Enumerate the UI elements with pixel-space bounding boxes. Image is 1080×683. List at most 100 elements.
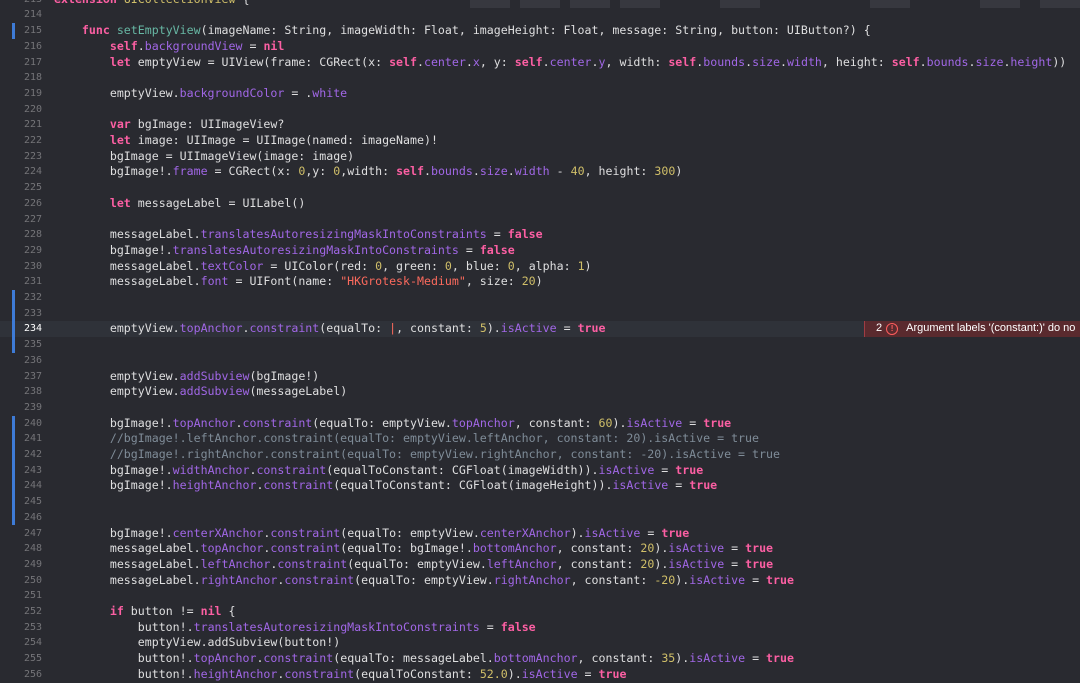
code-token: constraint xyxy=(263,478,334,493)
code-token: bgImage!. xyxy=(54,164,173,179)
code-line[interactable]: 256 button!.heightAnchor.constraint(equa… xyxy=(0,667,1080,683)
code-line[interactable]: 234 emptyView.topAnchor.constraint(equal… xyxy=(0,321,1080,338)
code-line[interactable]: 229 bgImage!.translatesAutoresizingMaskI… xyxy=(0,243,1080,259)
code-line[interactable]: 255 button!.topAnchor.constraint(equalTo… xyxy=(0,651,1080,667)
code-token: translatesAutoresizingMaskIntoConstraint… xyxy=(193,619,480,634)
code-token: . xyxy=(472,164,480,179)
code-token: = xyxy=(242,38,264,53)
code-token: = xyxy=(479,619,501,634)
code-line[interactable]: 253 button!.translatesAutoresizingMaskIn… xyxy=(0,620,1080,636)
code-token: isActive xyxy=(668,556,725,571)
change-marker[interactable] xyxy=(12,509,15,526)
error-annotation[interactable]: 2 ! Argument labels '(constant:)' do no xyxy=(864,321,1080,338)
error-count: 2 xyxy=(876,322,883,335)
code-token: centerXAnchor xyxy=(172,525,264,540)
code-token: //bgImage!.rightAnchor.constraint(equalT… xyxy=(109,447,780,461)
change-marker[interactable] xyxy=(12,494,15,510)
code-line[interactable]: 214 xyxy=(0,7,1080,23)
code-line[interactable]: 252 if button != nil { xyxy=(0,604,1080,620)
code-line[interactable]: 215 func setEmptyView(imageName: String,… xyxy=(0,23,1080,39)
change-marker[interactable] xyxy=(12,431,15,447)
code-token: 0 xyxy=(444,258,452,273)
code-line[interactable]: 235 xyxy=(0,337,1080,353)
code-line[interactable]: 231 messageLabel.font = UIFont(name: "HK… xyxy=(0,274,1080,290)
code-token: width xyxy=(787,54,822,69)
code-line[interactable]: 221 var bgImage: UIImageView? xyxy=(0,117,1080,133)
code-token: ) xyxy=(535,274,543,289)
code-text: emptyView.topAnchor.constraint(equalTo: … xyxy=(54,321,606,337)
code-token: messageLabel. xyxy=(54,258,201,273)
code-line[interactable]: 248 messageLabel.topAnchor.constraint(eq… xyxy=(0,541,1080,557)
code-line[interactable]: 239 xyxy=(0,400,1080,416)
code-line[interactable]: 254 emptyView.addSubview(button!) xyxy=(0,635,1080,651)
code-token: (equalTo: emptyView. xyxy=(354,572,494,587)
code-line[interactable]: 213 extension UICollectionView { xyxy=(0,0,1080,7)
change-marker[interactable] xyxy=(12,290,15,306)
code-token: 0 xyxy=(507,258,515,273)
code-line[interactable]: 226 let messageLabel = UILabel() xyxy=(0,196,1080,212)
line-number: 250 xyxy=(23,574,42,586)
change-marker[interactable] xyxy=(12,337,15,353)
code-token: center xyxy=(423,54,466,69)
code-line[interactable]: 223 bgImage = UIImageView(image: image) xyxy=(0,149,1080,165)
code-text: messageLabel.textColor = UIColor(red: 0,… xyxy=(54,259,592,275)
code-line[interactable]: 242 //bgImage!.rightAnchor.constraint(eq… xyxy=(0,447,1080,463)
code-editor[interactable]: 213extension UICollectionView {214215 fu… xyxy=(0,0,1080,682)
code-line[interactable]: 245 xyxy=(0,494,1080,510)
code-line[interactable]: 241 //bgImage!.leftAnchor.constraint(equ… xyxy=(0,431,1080,447)
code-token: , alpha: xyxy=(514,258,578,273)
code-line[interactable]: 247 bgImage!.centerXAnchor.constraint(eq… xyxy=(0,526,1080,542)
code-token: . xyxy=(968,54,976,69)
code-token: setEmptyView xyxy=(116,23,201,38)
code-line[interactable]: 250 messageLabel.rightAnchor.constraint(… xyxy=(0,573,1080,589)
change-marker[interactable] xyxy=(12,462,15,479)
code-token: . xyxy=(542,54,550,69)
code-token: button!. xyxy=(54,619,194,634)
code-token: true xyxy=(598,666,627,681)
code-line[interactable]: 219 emptyView.backgroundColor = .white xyxy=(0,86,1080,102)
change-marker[interactable] xyxy=(12,321,15,338)
code-token: . xyxy=(423,164,431,179)
text-cursor: | xyxy=(389,321,397,336)
code-line[interactable]: 216 self.backgroundView = nil xyxy=(0,39,1080,55)
change-marker[interactable] xyxy=(12,447,15,463)
code-line[interactable]: 246 xyxy=(0,509,1080,526)
change-marker[interactable] xyxy=(12,305,15,322)
code-line[interactable]: 224 bgImage!.frame = CGRect(x: 0,y: 0,wi… xyxy=(0,164,1080,180)
code-line[interactable]: 233 xyxy=(0,305,1080,322)
code-token: -20 xyxy=(654,572,676,587)
code-line[interactable]: 240 bgImage!.topAnchor.constraint(equalT… xyxy=(0,415,1080,432)
code-line[interactable]: 217 let emptyView = UIView(frame: CGRect… xyxy=(0,55,1080,71)
code-line[interactable]: 218 xyxy=(0,70,1080,86)
code-line[interactable]: 227 xyxy=(0,212,1080,228)
code-token: isActive xyxy=(689,651,746,666)
code-text: let emptyView = UIView(frame: CGRect(x: … xyxy=(54,55,1066,71)
code-line[interactable]: 251 xyxy=(0,588,1080,604)
code-token: backgroundColor xyxy=(179,85,285,100)
code-line[interactable]: 222 let image: UIImage = UIImage(named: … xyxy=(0,133,1080,149)
code-line[interactable]: 220 xyxy=(0,102,1080,118)
code-line[interactable]: 243 bgImage!.widthAnchor.constraint(equa… xyxy=(0,462,1080,479)
code-line[interactable]: 238 emptyView.addSubview(messageLabel) xyxy=(0,384,1080,400)
change-marker[interactable] xyxy=(12,23,15,39)
code-token: bounds xyxy=(430,164,473,179)
code-line[interactable]: 230 messageLabel.textColor = UIColor(red… xyxy=(0,259,1080,275)
code-line[interactable]: 232 xyxy=(0,290,1080,306)
code-line[interactable]: 237 emptyView.addSubview(bgImage!) xyxy=(0,369,1080,385)
code-token: bottomAnchor xyxy=(472,541,557,556)
code-line[interactable]: 236 xyxy=(0,353,1080,369)
code-token: , y: xyxy=(479,54,515,69)
change-marker[interactable] xyxy=(12,478,15,495)
code-text: messageLabel.leftAnchor.constraint(equal… xyxy=(54,557,773,573)
code-token: (equalToConstant: CGFloat(imageWidth)). xyxy=(326,462,599,477)
code-text: bgImage!.heightAnchor.constraint(equalTo… xyxy=(54,478,717,494)
code-text: button!.topAnchor.constraint(equalTo: me… xyxy=(54,651,794,667)
code-line[interactable]: 228 messageLabel.translatesAutoresizingM… xyxy=(0,227,1080,243)
line-number: 252 xyxy=(23,606,42,617)
code-line[interactable]: 249 messageLabel.leftAnchor.constraint(e… xyxy=(0,557,1080,573)
code-token: . xyxy=(591,54,599,69)
code-line[interactable]: 244 bgImage!.heightAnchor.constraint(equ… xyxy=(0,478,1080,495)
code-line[interactable]: 225 xyxy=(0,180,1080,196)
change-marker[interactable] xyxy=(12,415,15,432)
